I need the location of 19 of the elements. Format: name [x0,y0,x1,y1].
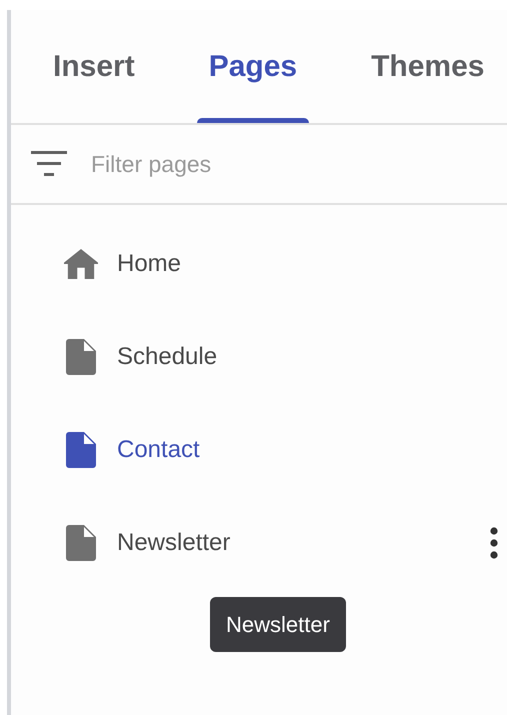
page-icon [66,432,96,468]
filter-field[interactable]: Filter pages [91,146,391,182]
page-item[interactable]: Home [11,217,507,310]
more-icon[interactable] [489,526,499,558]
page-icon [66,338,96,374]
page-label: Schedule [117,342,218,372]
page-label: Newsletter [117,528,230,558]
tab[interactable]: Pages [196,10,310,123]
page-icon [66,524,96,560]
page-item[interactable]: Schedule [11,310,507,403]
tooltip: Newsletter [210,597,346,652]
home-icon [64,248,98,278]
page-label: Contact [117,434,200,464]
page-item[interactable]: Contact [11,403,507,496]
page-label: Home [117,248,182,278]
tab[interactable]: Themes [359,10,496,123]
page-item[interactable]: Newsletter [11,496,507,589]
tab[interactable]: Insert [41,10,147,123]
filter-icon [31,151,67,177]
